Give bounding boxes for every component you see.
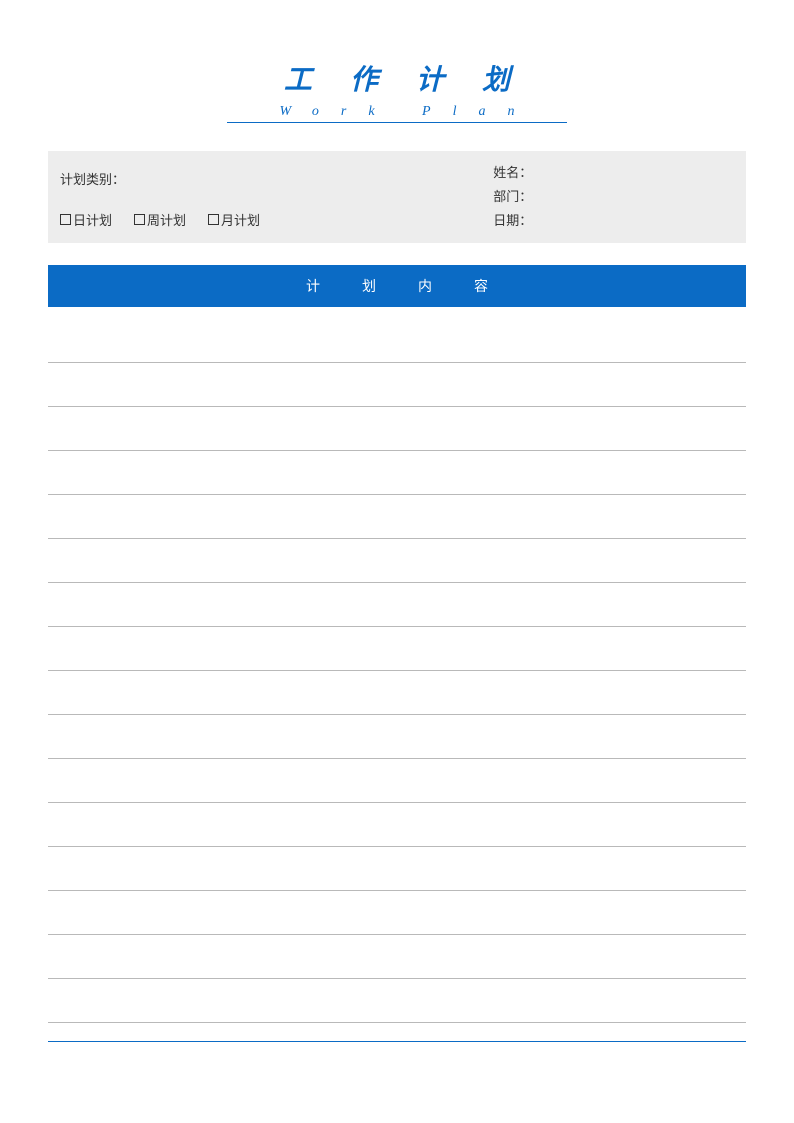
date-label: 日期： [493, 209, 734, 233]
checkbox-icon [134, 214, 145, 225]
content-line[interactable] [48, 847, 746, 891]
content-line[interactable] [48, 363, 746, 407]
option-monthly-label: 月计划 [221, 210, 260, 229]
content-line[interactable] [48, 759, 746, 803]
dept-label: 部门： [493, 185, 734, 209]
content-line[interactable] [48, 979, 746, 1023]
content-line[interactable] [48, 627, 746, 671]
content-line[interactable] [48, 671, 746, 715]
content-lines [48, 319, 746, 1023]
option-daily[interactable]: 日计划 [60, 210, 112, 229]
bottom-rule [48, 1041, 746, 1042]
content-line[interactable] [48, 319, 746, 363]
content-line[interactable] [48, 891, 746, 935]
name-label: 姓名： [493, 161, 734, 185]
checkbox-icon [60, 214, 71, 225]
content-line[interactable] [48, 583, 746, 627]
option-weekly-label: 周计划 [147, 210, 186, 229]
info-panel: 计划类别： 日计划 周计划 月计划 姓名： 部门： 日期： [48, 151, 746, 243]
content-line[interactable] [48, 407, 746, 451]
info-left: 计划类别： 日计划 周计划 月计划 [48, 151, 481, 243]
plan-type-label: 计划类别： [60, 169, 469, 188]
option-daily-label: 日计划 [73, 210, 112, 229]
title-underline [227, 122, 567, 123]
title-chinese: 工作计划 [48, 58, 746, 98]
content-line[interactable] [48, 715, 746, 759]
checkbox-icon [208, 214, 219, 225]
option-monthly[interactable]: 月计划 [208, 210, 260, 229]
content-line[interactable] [48, 451, 746, 495]
content-line[interactable] [48, 803, 746, 847]
page: 工作计划 Work Plan 计划类别： 日计划 周计划 月计划 [0, 0, 794, 1092]
info-right: 姓名： 部门： 日期： [481, 151, 746, 243]
content-line[interactable] [48, 935, 746, 979]
title-english: Work Plan [48, 104, 746, 120]
plan-type-options: 日计划 周计划 月计划 [60, 210, 469, 229]
document-header: 工作计划 Work Plan [48, 58, 746, 123]
option-weekly[interactable]: 周计划 [134, 210, 186, 229]
content-line[interactable] [48, 495, 746, 539]
section-header: 计划内容 [48, 265, 746, 307]
content-line[interactable] [48, 539, 746, 583]
